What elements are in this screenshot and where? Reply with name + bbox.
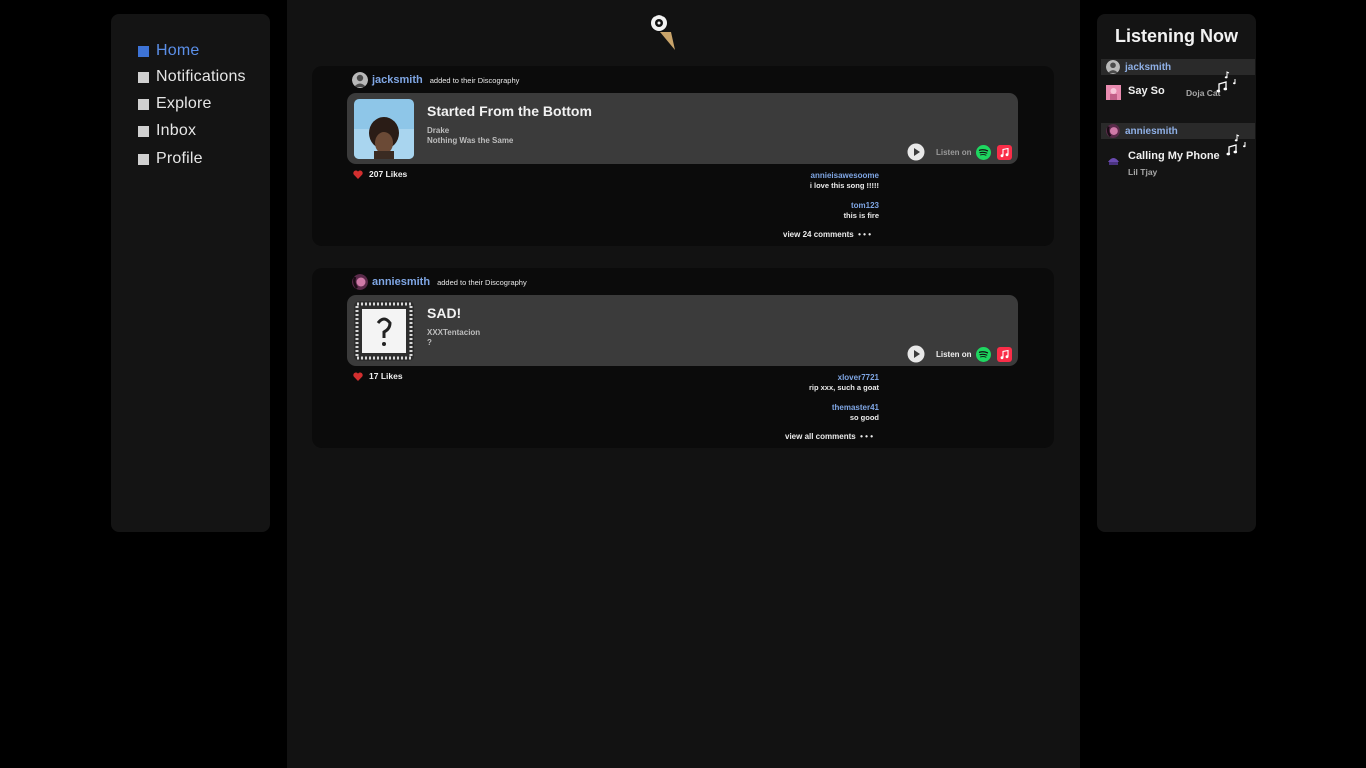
left-sidebar: Home Notifications Explore Inbox Profile: [111, 14, 270, 532]
play-icon[interactable]: [907, 345, 925, 363]
spotify-icon[interactable]: [976, 145, 991, 160]
comment-username[interactable]: xlover7721: [752, 373, 879, 383]
song-card[interactable]: Started From the Bottom Drake Nothing Wa…: [347, 93, 1018, 164]
ellipsis-icon: • • •: [857, 432, 874, 441]
listening-now-title: Listening Now: [1115, 26, 1238, 46]
post-action-text: added to their Discography: [429, 75, 520, 85]
post-action-text: added to their Discography: [437, 277, 527, 287]
album-cover-image: [354, 99, 414, 159]
listening-song-title[interactable]: Say So: [1128, 85, 1165, 97]
post-header: anniesmith added to their Discography: [352, 273, 527, 291]
nav-item-label: Home: [156, 42, 200, 59]
comment-username[interactable]: themaster41: [752, 403, 879, 413]
ellipsis-icon: • • •: [855, 230, 872, 239]
ice-cream-logo-icon[interactable]: [649, 12, 681, 52]
listen-on-label: Listen on: [936, 148, 972, 157]
song-artist: Drake: [427, 126, 450, 135]
music-notes-icon: [1216, 71, 1236, 93]
nav-bullet-icon: [138, 98, 149, 110]
listening-now-panel: Listening Now jacksmith Say So Doja Cat …: [1097, 14, 1256, 532]
nav-bullet-icon: [138, 45, 149, 57]
apple-music-icon[interactable]: [997, 347, 1012, 362]
nav-item-label: Profile: [156, 150, 203, 167]
spotify-icon[interactable]: [976, 347, 991, 362]
avatar[interactable]: [352, 72, 368, 88]
nav-item-label: Notifications: [156, 68, 246, 85]
song-album: Nothing Was the Same: [427, 136, 514, 145]
feed-column: jacksmith added to their Discography Sta…: [287, 0, 1080, 768]
avatar: [1106, 124, 1120, 138]
likes-count: 17 Likes: [369, 371, 403, 381]
nav-bullet-icon: [138, 71, 149, 83]
song-thumbnail: [1106, 152, 1121, 167]
listening-username: anniesmith: [1125, 125, 1178, 137]
comment-text: i love this song !!!!!: [809, 181, 879, 190]
feed-post: jacksmith added to their Discography Sta…: [312, 66, 1054, 246]
comment-username[interactable]: tom123: [752, 201, 879, 211]
song-thumbnail: [1106, 85, 1121, 100]
nav-item-home[interactable]: Home: [138, 42, 199, 60]
listening-song-artist: Lil Tjay: [1128, 167, 1158, 177]
song-card[interactable]: SAD! XXXTentacion ? Listen on: [347, 295, 1018, 366]
post-header: jacksmith added to their Discography: [352, 71, 519, 89]
comment-text: rip xxx, such a goat: [808, 383, 879, 392]
likes: 17 Likes: [353, 371, 403, 381]
view-comments-link[interactable]: view all comments • • •: [785, 432, 873, 441]
comments-list: xlover7721 rip xxx, such a goat themaste…: [752, 373, 879, 433]
view-comments-label: view all comments: [785, 432, 856, 441]
listening-username: jacksmith: [1125, 61, 1172, 73]
song-album: ?: [427, 338, 432, 347]
nav-bullet-icon: [138, 153, 149, 165]
heart-icon[interactable]: [353, 170, 363, 179]
album-cover-image: [354, 301, 414, 361]
comment-text: this is fire: [843, 211, 879, 220]
avatar: [1106, 60, 1120, 74]
apple-music-icon[interactable]: [997, 145, 1012, 160]
post-username[interactable]: anniesmith: [372, 276, 430, 288]
likes: 207 Likes: [353, 169, 407, 179]
avatar[interactable]: [352, 274, 368, 290]
listen-on-label: Listen on: [936, 350, 972, 359]
likes-count: 207 Likes: [369, 169, 408, 179]
view-comments-label: view 24 comments: [783, 230, 854, 239]
comments-list: annieisawesoome i love this song !!!!! t…: [752, 171, 879, 231]
nav-item-label: Inbox: [156, 122, 197, 139]
nav-bullet-icon: [138, 125, 149, 137]
music-notes-icon: [1226, 134, 1246, 156]
comment-text: so good: [849, 413, 879, 422]
nav-item-label: Explore: [156, 95, 212, 112]
song-title: SAD!: [427, 305, 462, 321]
play-icon[interactable]: [907, 143, 925, 161]
heart-icon[interactable]: [353, 372, 363, 381]
feed-post: anniesmith added to their Discography SA…: [312, 268, 1054, 448]
song-artist: XXXTentacion: [427, 328, 481, 337]
post-username[interactable]: jacksmith: [372, 74, 423, 86]
nav-item-profile[interactable]: Profile: [138, 150, 203, 168]
listening-song-title[interactable]: Calling My Phone: [1128, 150, 1220, 162]
view-comments-link[interactable]: view 24 comments • • •: [783, 230, 871, 239]
comment-username[interactable]: annieisawesoome: [752, 171, 879, 181]
song-title: Started From the Bottom: [427, 103, 592, 119]
nav-item-notifications[interactable]: Notifications: [138, 68, 246, 86]
nav-item-explore[interactable]: Explore: [138, 95, 212, 113]
nav-item-inbox[interactable]: Inbox: [138, 122, 196, 140]
